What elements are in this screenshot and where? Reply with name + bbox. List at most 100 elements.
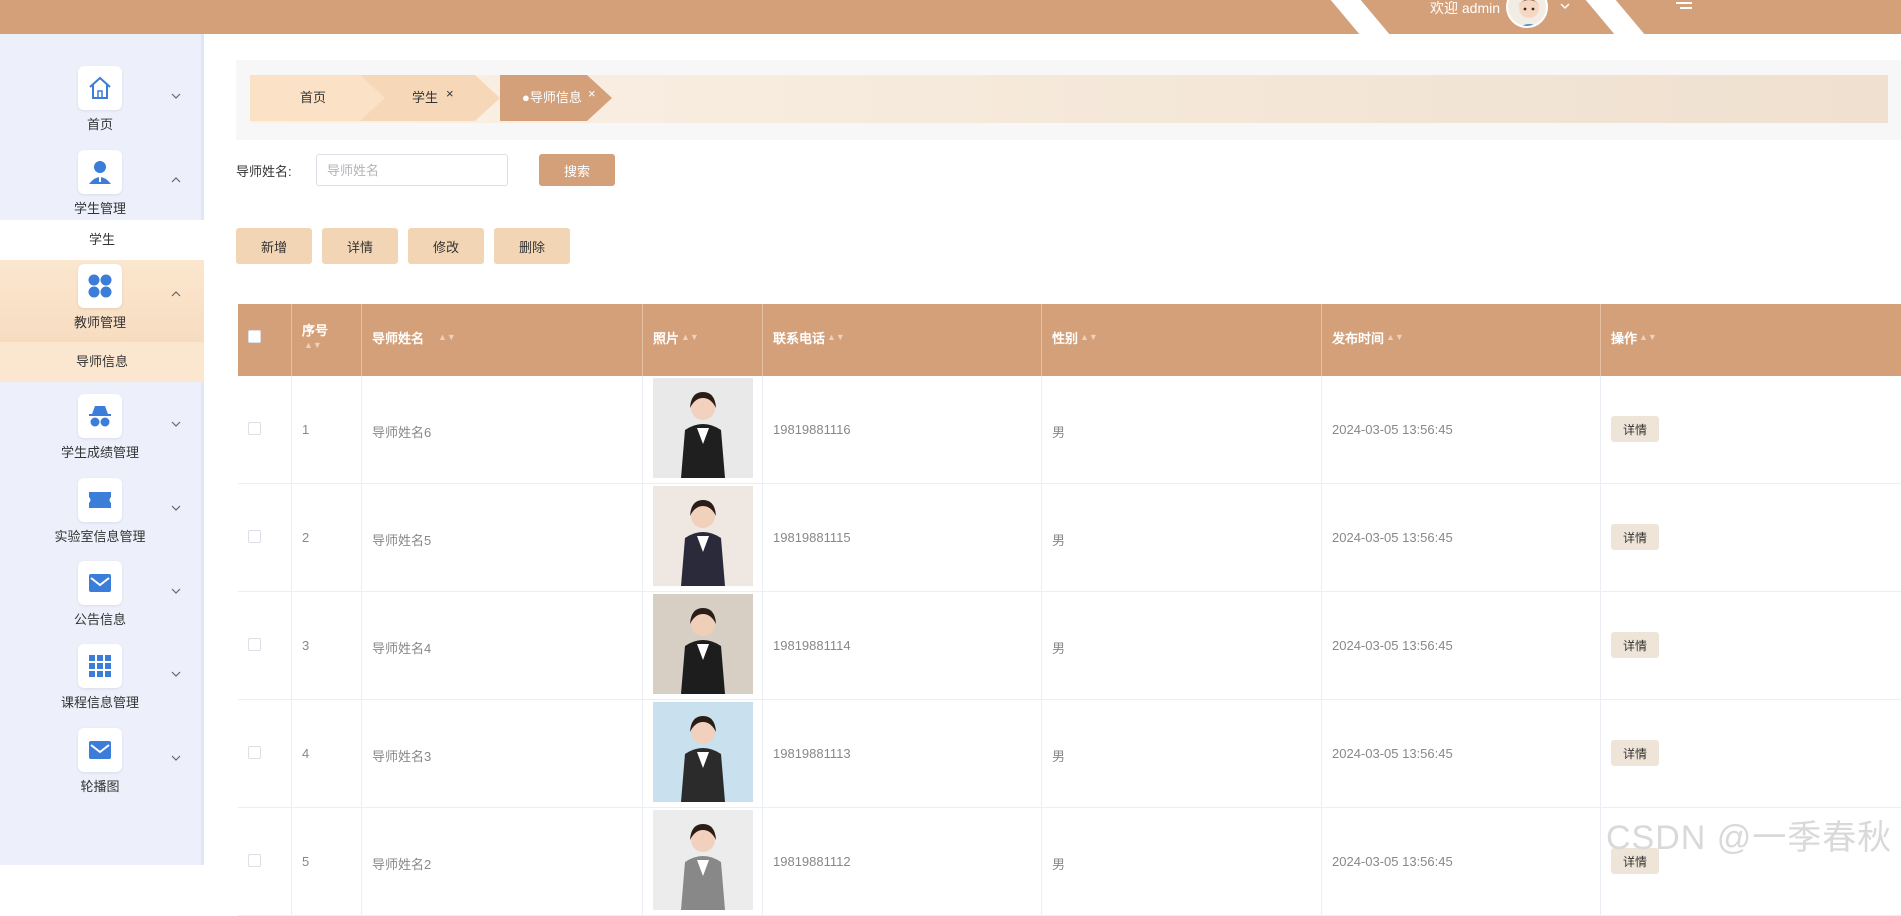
row-checkbox-cell bbox=[238, 484, 292, 592]
row-detail-button[interactable]: 详情 bbox=[1611, 524, 1659, 550]
watermark: CSDN @一季春秋 bbox=[1606, 819, 1893, 857]
chevron-down-icon bbox=[171, 505, 181, 511]
delete-button[interactable]: 删除 bbox=[494, 228, 570, 264]
cell-gender: 男 bbox=[1042, 376, 1322, 484]
sort-icon: ▲▼ bbox=[827, 332, 845, 342]
column-header-time[interactable]: 发布时间 ▲▼ bbox=[1322, 304, 1601, 376]
menu-toggle-icon[interactable] bbox=[1674, 0, 1694, 14]
user-icon bbox=[89, 161, 111, 184]
person-photo-icon bbox=[653, 594, 753, 694]
cell-index: 2 bbox=[292, 484, 362, 592]
teacher-photo[interactable] bbox=[653, 810, 753, 910]
chevron-up-icon bbox=[171, 177, 181, 183]
cell-name: 导师姓名6 bbox=[362, 376, 643, 484]
cell-phone: 19819881116 bbox=[763, 376, 1042, 484]
ticket-icon bbox=[89, 492, 111, 508]
sidebar-item-label: 学生成绩管理 bbox=[60, 445, 139, 460]
row-checkbox[interactable] bbox=[248, 422, 261, 435]
sidebar: 首页 学生管理 学生 教师管理 导师信息 学生成绩管理 实验室信息管理 公告信息… bbox=[0, 34, 204, 865]
sidebar-item-label: 公告信息 bbox=[73, 612, 126, 627]
cell-index: 1 bbox=[292, 376, 362, 484]
row-detail-button[interactable]: 详情 bbox=[1611, 740, 1659, 766]
teacher-photo[interactable] bbox=[653, 486, 753, 586]
cell-photo bbox=[643, 592, 763, 700]
close-icon[interactable]: × bbox=[588, 71, 596, 117]
sort-icon: ▲▼ bbox=[1639, 332, 1657, 342]
table-row: 1 导师姓名6 19819881116 男 2024-03-05 13:56:45 详情 bbox=[238, 376, 1901, 484]
cell-time: 2024-03-05 13:56:45 bbox=[1322, 808, 1601, 916]
person-photo-icon bbox=[653, 810, 753, 910]
tab-label: ●导师信息 bbox=[522, 90, 582, 105]
sidebar-item-lab[interactable]: 实验室信息管理 bbox=[0, 474, 204, 556]
sidebar-item-carousel[interactable]: 轮播图 bbox=[0, 724, 204, 806]
grid-circles-icon bbox=[88, 274, 112, 298]
column-header-phone[interactable]: 联系电话 ▲▼ bbox=[763, 304, 1042, 376]
sort-icon: ▲▼ bbox=[1386, 332, 1404, 342]
chevron-down-icon bbox=[171, 93, 181, 99]
person-photo-icon bbox=[653, 378, 753, 478]
mail-icon bbox=[89, 741, 111, 759]
sidebar-item-label: 首页 bbox=[86, 117, 113, 132]
row-checkbox[interactable] bbox=[248, 638, 261, 651]
column-header-photo[interactable]: 照片 ▲▼ bbox=[643, 304, 763, 376]
chevron-up-icon bbox=[171, 291, 181, 297]
chevron-down-icon[interactable] bbox=[1558, 0, 1572, 14]
sidebar-item-label: 实验室信息管理 bbox=[54, 529, 146, 544]
close-icon[interactable]: × bbox=[446, 71, 454, 117]
cell-name: 导师姓名4 bbox=[362, 592, 643, 700]
cell-index: 4 bbox=[292, 700, 362, 808]
header-checkbox-cell bbox=[238, 304, 292, 376]
sidebar-item-grades[interactable]: 学生成绩管理 bbox=[0, 390, 204, 472]
row-checkbox-cell bbox=[238, 700, 292, 808]
spy-glasses-icon bbox=[89, 406, 111, 427]
table-row: 2 导师姓名5 19819881115 男 2024-03-05 13:56:45 详情 bbox=[238, 484, 1901, 592]
sidebar-item-courses[interactable]: 课程信息管理 bbox=[0, 640, 204, 722]
cell-name: 导师姓名3 bbox=[362, 700, 643, 808]
teacher-photo[interactable] bbox=[653, 702, 753, 802]
column-header-gender[interactable]: 性别 ▲▼ bbox=[1042, 304, 1322, 376]
sidebar-item-label: 课程信息管理 bbox=[60, 695, 139, 710]
select-all-checkbox[interactable] bbox=[248, 330, 261, 343]
cell-gender: 男 bbox=[1042, 808, 1322, 916]
person-photo-icon bbox=[653, 702, 753, 802]
column-header-index[interactable]: 序号 ▲▼ bbox=[292, 304, 362, 376]
avatar[interactable] bbox=[1506, 0, 1548, 28]
home-icon bbox=[89, 76, 111, 99]
tab-label: 学生 bbox=[412, 90, 439, 105]
sidebar-item-notices[interactable]: 公告信息 bbox=[0, 557, 204, 639]
cell-index: 5 bbox=[292, 808, 362, 916]
column-header-name[interactable]: 导师姓名 ▲▼ bbox=[362, 304, 643, 376]
detail-button[interactable]: 详情 bbox=[322, 228, 398, 264]
row-checkbox[interactable] bbox=[248, 530, 261, 543]
cell-photo bbox=[643, 808, 763, 916]
sidebar-subitem-teachers[interactable]: 导师信息 bbox=[0, 342, 204, 382]
table-row: 4 导师姓名3 19819881113 男 2024-03-05 13:56:45 详情 bbox=[238, 700, 1901, 808]
row-checkbox-cell bbox=[238, 808, 292, 916]
teacher-photo[interactable] bbox=[653, 594, 753, 694]
row-checkbox[interactable] bbox=[248, 854, 261, 867]
teacher-photo[interactable] bbox=[653, 378, 753, 478]
cell-gender: 男 bbox=[1042, 484, 1322, 592]
tab-teacher-info[interactable]: ●导师信息 × bbox=[500, 75, 612, 121]
row-detail-button[interactable]: 详情 bbox=[1611, 416, 1659, 442]
sort-icon: ▲▼ bbox=[681, 332, 699, 342]
header-decoration bbox=[1330, 0, 1390, 34]
tab-students[interactable]: 学生 × bbox=[360, 75, 500, 121]
top-bar: 欢迎 admin bbox=[0, 0, 1901, 34]
sidebar-item-teacher-management[interactable]: 教师管理 bbox=[0, 260, 204, 342]
table-header: 序号 ▲▼ 导师姓名 ▲▼ 照片 ▲▼ 联系电话 ▲▼ 性别 ▲▼ 发布时间 ▲… bbox=[238, 304, 1901, 376]
cell-photo bbox=[643, 484, 763, 592]
cell-phone: 19819881114 bbox=[763, 592, 1042, 700]
cell-actions: 详情 bbox=[1601, 484, 1901, 592]
sidebar-item-student-management[interactable]: 学生管理 bbox=[0, 146, 204, 228]
search-input[interactable] bbox=[316, 154, 508, 186]
row-checkbox[interactable] bbox=[248, 746, 261, 759]
edit-button[interactable]: 修改 bbox=[408, 228, 484, 264]
search-button[interactable]: 搜索 bbox=[539, 154, 615, 186]
welcome-text: 欢迎 admin bbox=[1430, 0, 1501, 16]
avatar-icon bbox=[1518, 0, 1540, 26]
add-button[interactable]: 新增 bbox=[236, 228, 312, 264]
sidebar-item-home[interactable]: 首页 bbox=[0, 62, 204, 144]
row-detail-button[interactable]: 详情 bbox=[1611, 632, 1659, 658]
sidebar-subitem-students[interactable]: 学生 bbox=[0, 220, 204, 260]
